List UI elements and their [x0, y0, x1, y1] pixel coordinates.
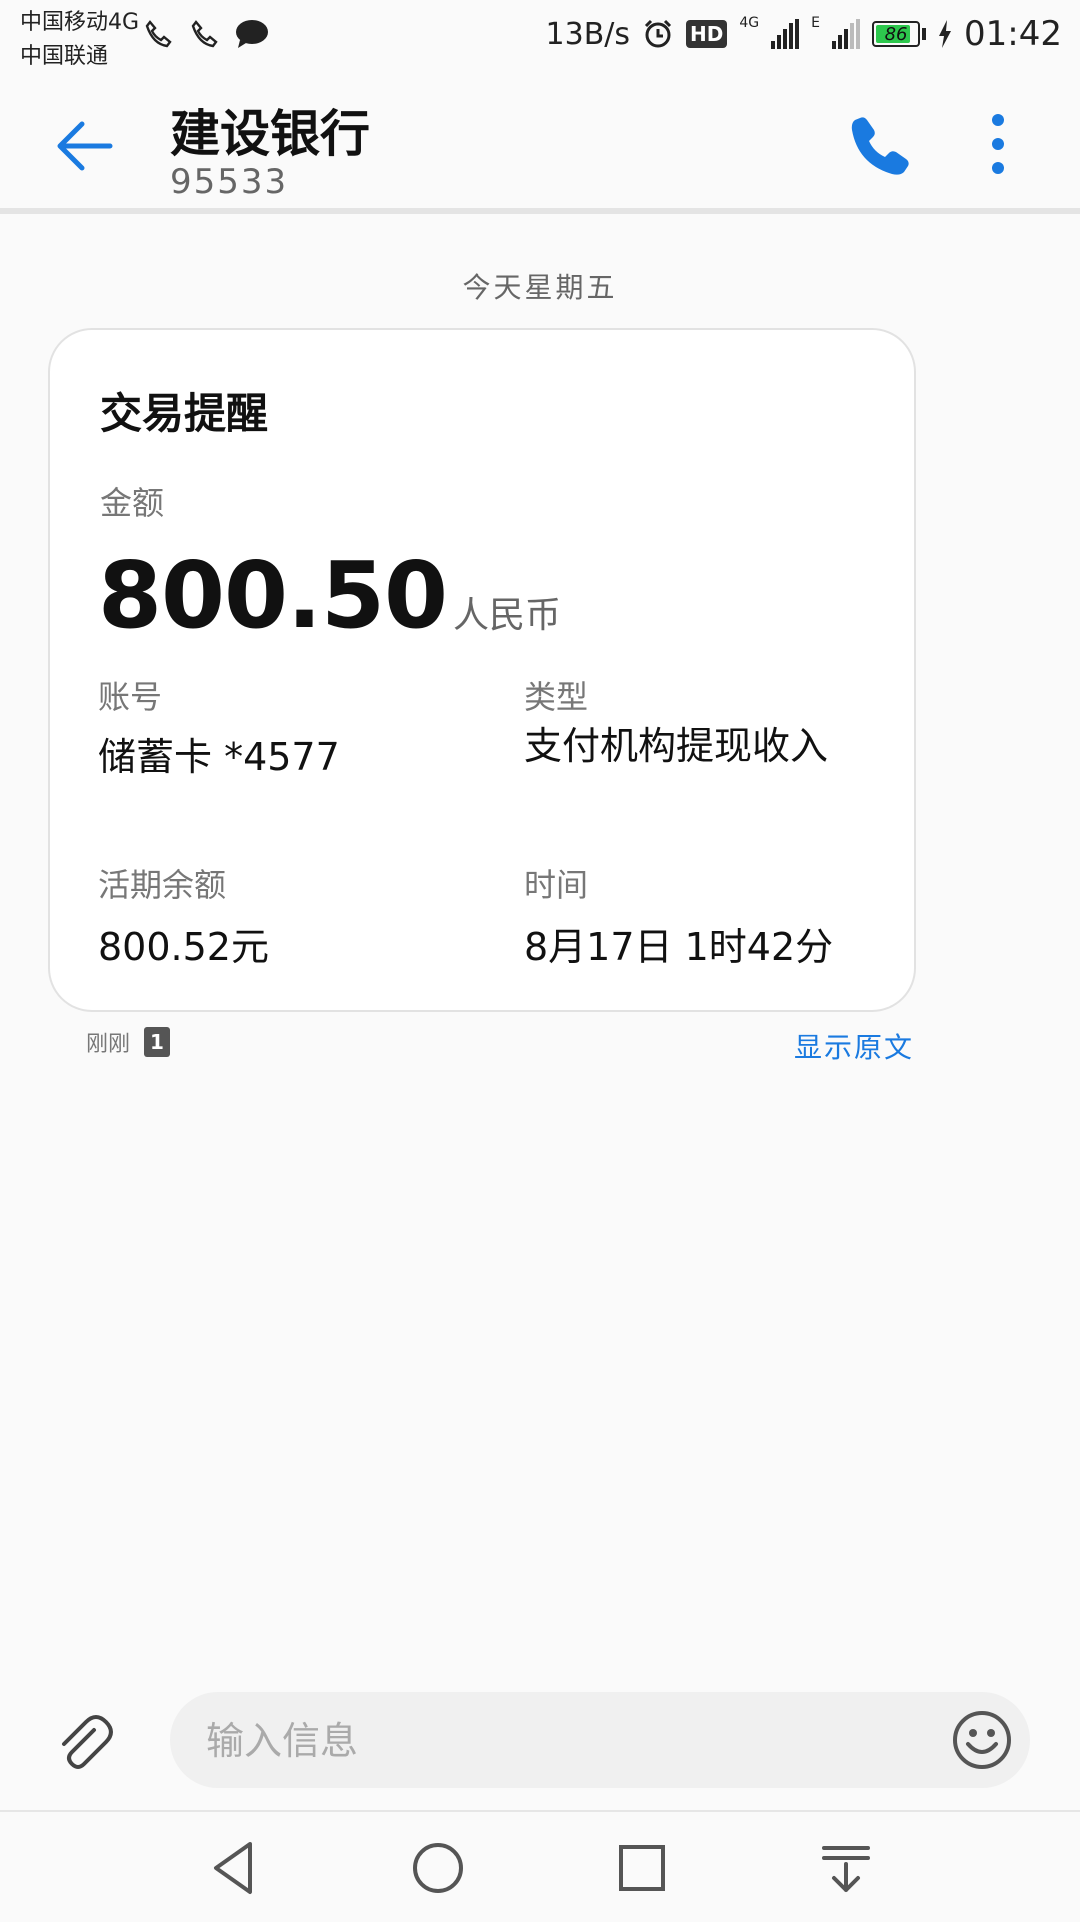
card-title: 交易提醒	[100, 389, 269, 438]
show-original-link[interactable]: 显示原文	[794, 1026, 914, 1066]
signal-icon	[832, 19, 861, 49]
carrier-labels: 中国移动4G 中国联通	[20, 6, 139, 74]
message-meta: 刚刚 1	[86, 1026, 171, 1058]
amount-value: 800.50	[98, 542, 448, 649]
nav-back-icon[interactable]	[204, 1838, 264, 1898]
amount-row: 800.50 人民币	[98, 542, 561, 649]
signal-2-label: E	[811, 15, 821, 31]
call-sim1-icon	[145, 20, 172, 48]
carrier-1: 中国移动4G	[20, 10, 140, 35]
account-value: 储蓄卡 *4577	[98, 735, 340, 779]
message-input-container[interactable]	[170, 1692, 1030, 1788]
alarm-icon	[644, 19, 672, 48]
call-sim2-icon	[191, 20, 218, 48]
clock: 01:42	[964, 14, 1062, 54]
balance-label: 活期余额	[98, 866, 227, 904]
time-value: 8月17日 1时42分	[524, 925, 834, 969]
app-bar: 建设银行 95533	[0, 80, 1080, 214]
emoji-icon[interactable]	[952, 1710, 1012, 1770]
conversation-title: 建设银行	[170, 105, 370, 163]
nav-home-icon[interactable]	[408, 1838, 468, 1898]
nav-recents-icon[interactable]	[612, 1838, 672, 1898]
more-vert-icon[interactable]	[980, 110, 1016, 178]
carrier-2: 中国联通	[20, 44, 109, 69]
sent-time: 刚刚	[86, 1032, 131, 1057]
battery-tip	[922, 28, 927, 40]
charging-icon	[939, 20, 952, 48]
transaction-card[interactable]: 交易提醒 金额 800.50 人民币 账号 储蓄卡 *4577 类型 支付机构提…	[48, 328, 916, 1012]
message-input[interactable]	[204, 1710, 908, 1772]
time-label: 时间	[524, 866, 589, 904]
signal-icon	[771, 19, 800, 49]
account-label: 账号	[98, 678, 163, 716]
system-nav-bar	[0, 1810, 1080, 1922]
battery-level: 86	[884, 23, 908, 45]
status-bar: 中国移动4G 中国联通 13B/s HD 4G E 86 01:42	[0, 0, 1080, 80]
nav-notifications-icon[interactable]	[816, 1838, 876, 1898]
network-speed: 13B/s	[545, 16, 631, 52]
amount-currency: 人民币	[453, 595, 562, 636]
status-system-icons: 13B/s HD 4G E 86 01:42	[546, 14, 1062, 54]
sim-slot-badge: 1	[144, 1027, 171, 1057]
message-icon	[236, 20, 268, 48]
battery-indicator: 86	[872, 21, 921, 47]
date-separator: 今天星期五	[462, 271, 618, 304]
amount-label: 金额	[100, 484, 165, 522]
balance-value: 800.52元	[98, 925, 269, 969]
hd-badge: HD	[686, 20, 728, 48]
phone-icon[interactable]	[846, 112, 910, 176]
type-label: 类型	[524, 678, 589, 716]
type-value: 支付机构提现收入	[524, 724, 829, 768]
conversation-number: 95533	[170, 162, 289, 202]
attachment-icon[interactable]	[52, 1712, 116, 1776]
signal-1-label: 4G	[739, 15, 760, 31]
back-arrow-icon[interactable]	[52, 114, 116, 178]
status-notification-icons	[142, 18, 270, 50]
